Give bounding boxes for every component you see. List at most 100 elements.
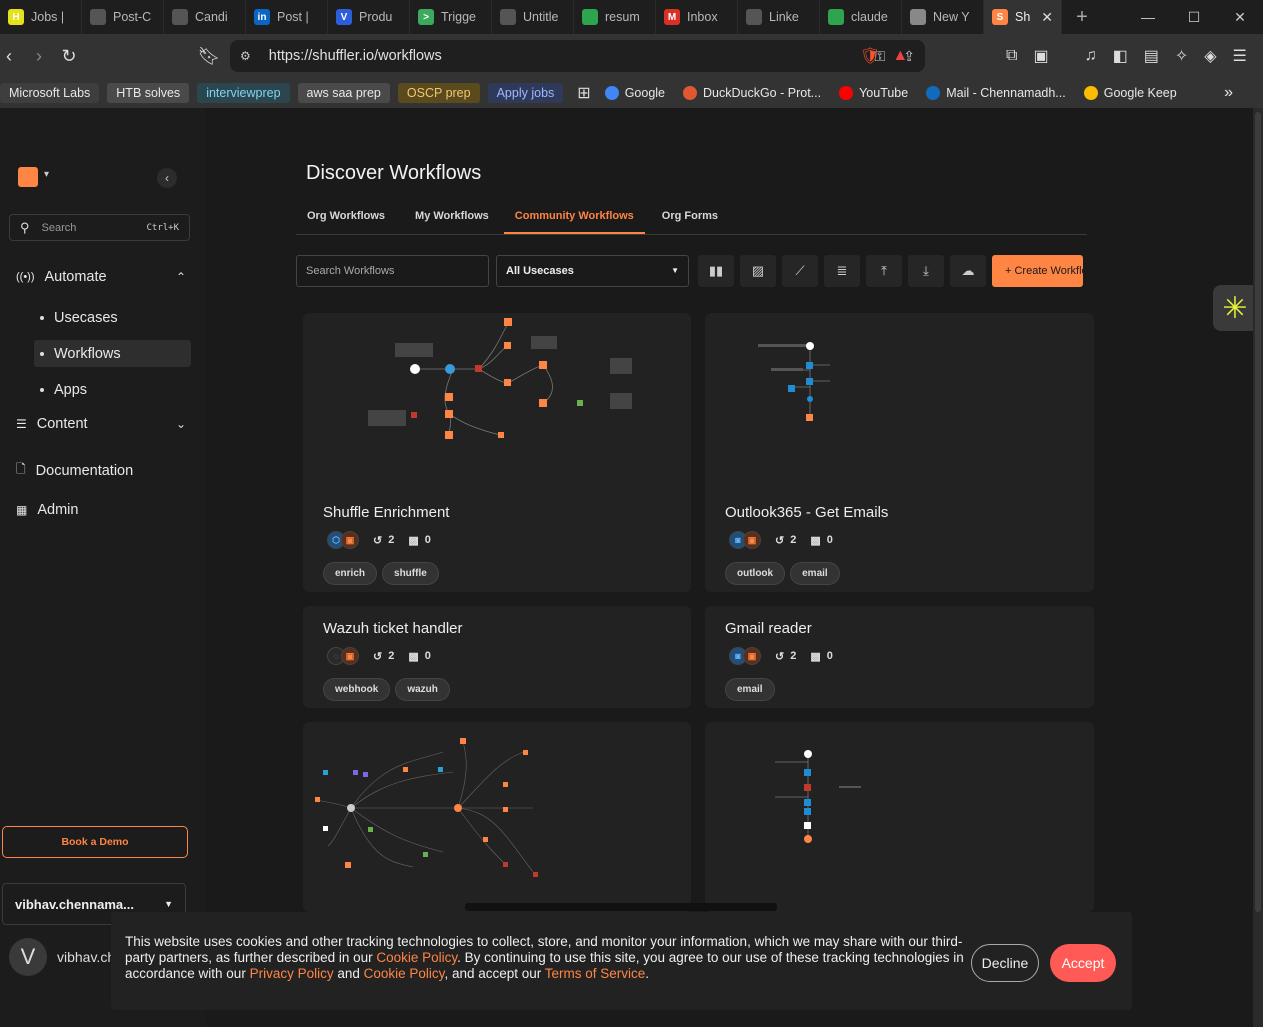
tag[interactable]: enrich: [323, 562, 378, 585]
search-workflows-input[interactable]: Search Workflows: [296, 255, 489, 287]
site-settings-icon[interactable]: ⚙: [240, 49, 251, 63]
accept-button[interactable]: Accept: [1050, 944, 1116, 982]
workflow-title[interactable]: Wazuh ticket handler: [323, 620, 463, 637]
tab-search-icon[interactable]: ▣: [1033, 46, 1048, 66]
workflow-card[interactable]: Gmail reader ◙ ▣ ↺ 2 ▩ 0 email: [705, 606, 1094, 708]
create-workflow-button[interactable]: + Create Workflow: [992, 255, 1083, 287]
stats-icon[interactable]: ▮▮: [698, 255, 734, 287]
browser-tab[interactable]: V Produ: [328, 0, 410, 34]
bookmark-folder[interactable]: OSCP prep: [397, 83, 480, 103]
browser-tab[interactable]: Untitle: [492, 0, 574, 34]
chevron-down-icon[interactable]: ▾: [44, 169, 49, 180]
tag[interactable]: email: [790, 562, 840, 585]
bookmark-folder[interactable]: Microsoft Labs: [0, 83, 100, 103]
tab-community-workflows[interactable]: Community Workflows: [503, 204, 645, 234]
sidebar-item-documentation[interactable]: 🗋︎ Documentation: [16, 460, 186, 481]
bookmark-folder[interactable]: interviewprep: [197, 83, 290, 103]
browser-tab[interactable]: New Y: [902, 0, 984, 34]
workflow-card[interactable]: [705, 722, 1094, 912]
browser-tab[interactable]: Linke: [738, 0, 820, 34]
shuffle-logo-icon[interactable]: [18, 167, 38, 187]
reload-icon[interactable]: ↻: [54, 46, 84, 67]
workflow-card[interactable]: Wazuh ticket handler ◌ ▣ ↺ 2 ▩ 0 webhook…: [303, 606, 691, 708]
sidebar-search[interactable]: ⚲ Search Ctrl+K: [9, 214, 190, 241]
browser-tab[interactable]: S Sh ✕: [984, 0, 1062, 34]
image-icon[interactable]: ▨: [740, 255, 776, 287]
bookmark-folder[interactable]: Apply jobs: [487, 83, 564, 103]
chart-off-icon[interactable]: ⟋: [782, 255, 818, 287]
bookmark-link[interactable]: DuckDuckGo - Prot...: [683, 86, 821, 100]
usecase-select[interactable]: All Usecases ▼: [496, 255, 689, 287]
cookie-policy-link[interactable]: Cookie Policy: [364, 966, 445, 981]
minimize-icon[interactable]: —: [1125, 9, 1171, 26]
browser-tab[interactable]: resum: [574, 0, 656, 34]
sidebar-icon[interactable]: ◧: [1113, 46, 1128, 66]
list-view-icon[interactable]: ≣: [824, 255, 860, 287]
workflow-title[interactable]: Shuffle Enrichment: [323, 504, 449, 521]
browser-tab[interactable]: Candi: [164, 0, 246, 34]
close-window-icon[interactable]: ✕: [1217, 9, 1263, 26]
tag[interactable]: wazuh: [395, 678, 450, 701]
workflow-title[interactable]: Gmail reader: [725, 620, 812, 637]
more-bookmarks-icon[interactable]: »: [1224, 84, 1233, 102]
cloud-upload-icon[interactable]: ☁: [950, 255, 986, 287]
vpn-icon[interactable]: ◈: [1204, 46, 1216, 66]
sidebar-item-admin[interactable]: ▦ Admin: [16, 502, 186, 518]
browser-tab[interactable]: > Trigge: [410, 0, 492, 34]
workflow-card[interactable]: Shuffle Enrichment ⬡ ▣ ↺ 2 ▩ 0 enrich sh…: [303, 313, 691, 592]
browser-tab[interactable]: in Post |: [246, 0, 328, 34]
privacy-policy-link[interactable]: Privacy Policy: [250, 966, 334, 981]
tab-my-workflows[interactable]: My Workflows: [404, 204, 500, 234]
workflow-card[interactable]: [303, 722, 691, 912]
bookmark-icon[interactable]: 🔖︎: [194, 46, 224, 67]
page-scrollbar[interactable]: [1253, 108, 1263, 1027]
sidebar-item-content[interactable]: ☰ Content ⌄: [16, 416, 186, 432]
bookmark-link[interactable]: Google Keep: [1083, 86, 1177, 100]
browser-tab[interactable]: H Jobs |: [0, 0, 82, 34]
tab-org-forms[interactable]: Org Forms: [651, 204, 729, 234]
terms-of-service-link[interactable]: Terms of Service: [545, 966, 646, 981]
cookie-policy-link[interactable]: Cookie Policy: [376, 950, 457, 965]
brave-rewards-icon[interactable]: ▲: [892, 47, 908, 65]
browser-tab[interactable]: claude: [820, 0, 902, 34]
sidebar-item-workflows[interactable]: Workflows: [34, 340, 191, 367]
wallet-icon[interactable]: ▤: [1144, 46, 1159, 66]
brave-shield-icon[interactable]: 🛡︎: [860, 46, 880, 66]
bookmark-link[interactable]: Mail - Chennamadh...: [926, 86, 1066, 100]
scrollbar-thumb[interactable]: [1255, 112, 1261, 912]
tab-org-workflows[interactable]: Org Workflows: [296, 204, 396, 234]
apps-grid-icon[interactable]: ⊞: [577, 83, 590, 103]
book-demo-button[interactable]: Book a Demo: [2, 826, 188, 858]
decline-button[interactable]: Decline: [971, 944, 1039, 982]
back-icon[interactable]: ‹: [0, 46, 24, 67]
tag[interactable]: webhook: [323, 678, 391, 701]
new-tab-button[interactable]: +: [1062, 6, 1102, 29]
workflow-title[interactable]: Outlook365 - Get Emails: [725, 504, 888, 521]
maximize-icon[interactable]: ☐: [1171, 9, 1217, 26]
user-profile[interactable]: V vibhav.ch: [9, 938, 115, 976]
menu-icon[interactable]: ☰: [1233, 46, 1247, 66]
sidebar-item-apps[interactable]: Apps: [34, 376, 191, 403]
forward-icon[interactable]: ›: [24, 46, 54, 67]
browser-tab[interactable]: Post-C: [82, 0, 164, 34]
tag[interactable]: outlook: [725, 562, 786, 585]
bookmark-link[interactable]: YouTube: [839, 86, 908, 100]
help-widget-icon[interactable]: ✳: [1213, 285, 1257, 331]
sidebar-item-usecases[interactable]: Usecases: [34, 304, 191, 331]
sidebar-item-automate[interactable]: ((•)) Automate ⌃: [16, 269, 186, 285]
collapse-sidebar-button[interactable]: ‹: [157, 168, 177, 188]
workflow-card[interactable]: Outlook365 - Get Emails ◙ ▣ ↺ 2 ▩ 0 outl…: [705, 313, 1094, 592]
close-tab-icon[interactable]: ✕: [1041, 9, 1053, 26]
address-bar[interactable]: ⚙ https://shuffler.io/workflows ⚿ ⇪: [230, 40, 925, 72]
extensions-icon[interactable]: ⧉: [1006, 47, 1017, 65]
tag[interactable]: shuffle: [382, 562, 439, 585]
download-icon[interactable]: ⤓: [908, 255, 944, 287]
publish-icon[interactable]: ⤒: [866, 255, 902, 287]
bookmark-link[interactable]: Google: [604, 86, 665, 100]
browser-tab[interactable]: M Inbox: [656, 0, 738, 34]
bookmark-folder[interactable]: aws saa prep: [297, 83, 390, 103]
tag[interactable]: email: [725, 678, 775, 701]
bookmark-folder[interactable]: HTB solves: [107, 83, 190, 103]
media-icon[interactable]: ♫: [1085, 47, 1097, 65]
leo-icon[interactable]: ✧: [1175, 46, 1188, 66]
